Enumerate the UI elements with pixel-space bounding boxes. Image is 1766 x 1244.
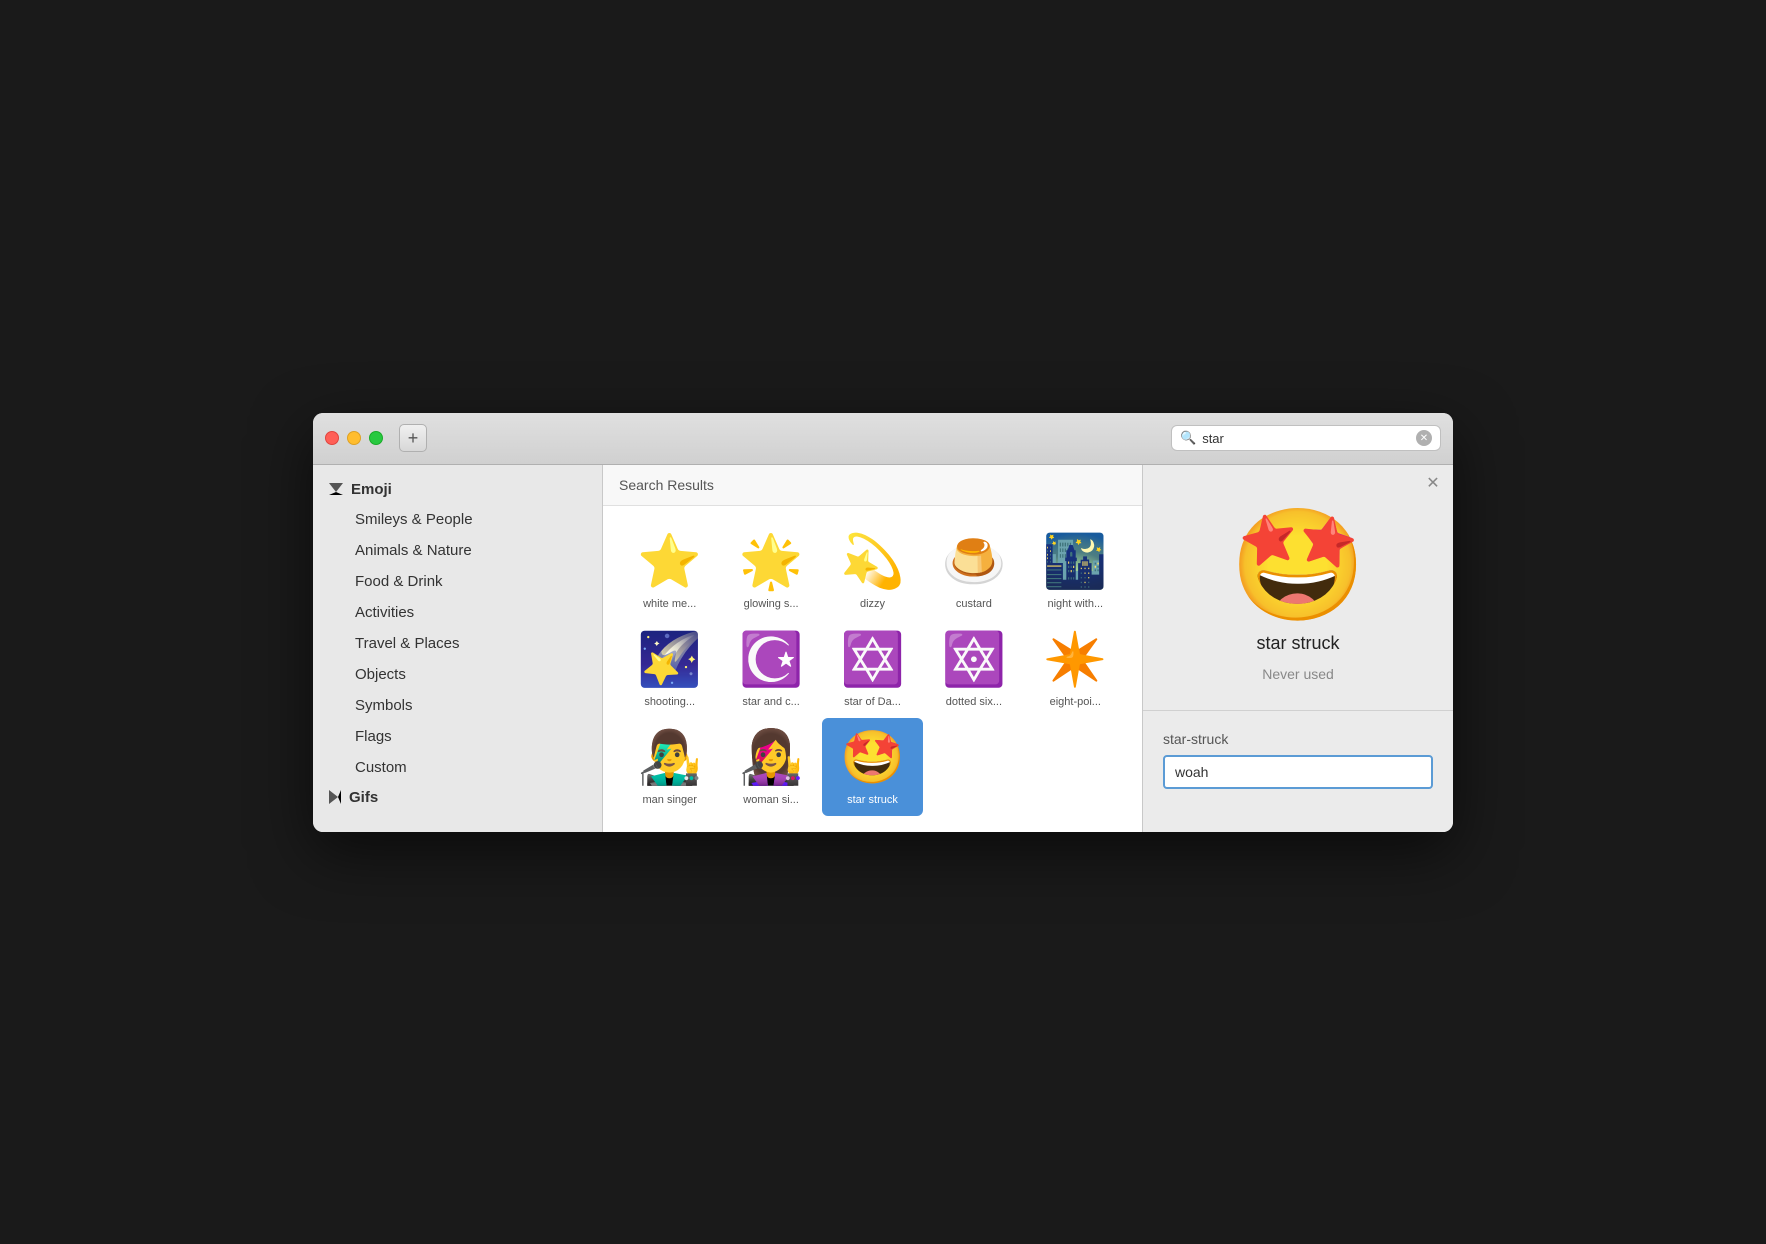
emoji-icon-dotted-six-pointed-star: 🔯 [944, 630, 1004, 690]
emoji-cell-eight-pointed-star[interactable]: ✴️ eight-poi... [1025, 620, 1126, 718]
new-tab-button[interactable]: + [399, 424, 427, 452]
sidebar-item-flags[interactable]: Flags [313, 721, 602, 752]
sidebar-emoji-items: Smileys & People Animals & Nature Food &… [313, 504, 602, 783]
close-window-button[interactable] [325, 431, 339, 445]
emoji-icon-star-struck: 🤩 [842, 728, 902, 788]
emoji-preview-usage: Never used [1262, 666, 1334, 682]
right-panel-top: ✕ [1143, 465, 1453, 501]
traffic-lights [325, 431, 383, 445]
sidebar-item-animals[interactable]: Animals & Nature [313, 535, 602, 566]
search-input[interactable] [1202, 431, 1410, 446]
emoji-cell-custard[interactable]: 🍮 custard [923, 522, 1024, 620]
emoji-cell-white-medium-star[interactable]: ⭐ white me... [619, 522, 720, 620]
search-icon: 🔍 [1180, 430, 1196, 446]
sidebar-section-emoji[interactable]: Emoji [313, 475, 602, 504]
panel-title: Search Results [603, 465, 1142, 506]
search-clear-button[interactable]: ✕ [1416, 430, 1432, 446]
emoji-slug-section: star-struck [1143, 719, 1453, 801]
emoji-label-star-and-crescent: star and c... [742, 696, 799, 708]
emoji-icon-glowing-star: 🌟 [741, 532, 801, 592]
maximize-window-button[interactable] [369, 431, 383, 445]
main-content: Emoji Smileys & People Animals & Nature … [313, 465, 1453, 832]
right-panel: ✕ 🤩 star struck Never used star-struck [1143, 465, 1453, 832]
sidebar-item-food[interactable]: Food & Drink [313, 566, 602, 597]
emoji-cell-dotted-six-pointed-star[interactable]: 🔯 dotted six... [923, 620, 1024, 718]
emoji-slug-label: star-struck [1163, 731, 1433, 747]
emoji-icon-woman-singer: 👩‍🎤 [741, 728, 801, 788]
sidebar-item-custom[interactable]: Custom [313, 752, 602, 783]
emoji-preview-large: 🤩 [1230, 511, 1367, 621]
emoji-label-star-of-david: star of Da... [844, 696, 901, 708]
emoji-cell-star-and-crescent[interactable]: ☪️ star and c... [720, 620, 821, 718]
emoji-icon-night-with-stars: 🌃 [1045, 532, 1105, 592]
gifs-triangle-icon [329, 790, 341, 804]
emoji-cell-night-with-stars[interactable]: 🌃 night with... [1025, 522, 1126, 620]
sidebar-gifs-label: Gifs [349, 789, 378, 806]
sidebar-item-activities[interactable]: Activities [313, 597, 602, 628]
sidebar-item-symbols[interactable]: Symbols [313, 690, 602, 721]
emoji-triangle-icon [329, 483, 343, 495]
emoji-icon-eight-pointed-star: ✴️ [1045, 630, 1105, 690]
close-preview-button[interactable]: ✕ [1423, 473, 1443, 493]
emoji-grid: ⭐ white me... 🌟 glowing s... 💫 dizzy 🍮 c… [603, 506, 1142, 832]
emoji-label-dizzy: dizzy [860, 598, 885, 610]
center-panel: Search Results ⭐ white me... 🌟 glowing s… [603, 465, 1143, 832]
emoji-label-star-struck: star struck [847, 794, 898, 806]
search-bar: 🔍 ✕ [1171, 425, 1441, 451]
titlebar: + 🔍 ✕ [313, 413, 1453, 465]
sidebar-emoji-label: Emoji [351, 481, 392, 498]
emoji-icon-star-and-crescent: ☪️ [741, 630, 801, 690]
emoji-label-custard: custard [956, 598, 992, 610]
sidebar: Emoji Smileys & People Animals & Nature … [313, 465, 603, 832]
emoji-cell-dizzy[interactable]: 💫 dizzy [822, 522, 923, 620]
emoji-label-eight-pointed-star: eight-poi... [1050, 696, 1101, 708]
emoji-icon-shooting-star: 🌠 [640, 630, 700, 690]
sidebar-item-travel[interactable]: Travel & Places [313, 628, 602, 659]
emoji-cell-shooting-star[interactable]: 🌠 shooting... [619, 620, 720, 718]
sidebar-section-gifs[interactable]: Gifs [313, 783, 602, 812]
emoji-label-man-singer: man singer [642, 794, 696, 806]
emoji-picker-window: + 🔍 ✕ Emoji Smileys & People Animals & N… [313, 413, 1453, 832]
sidebar-item-objects[interactable]: Objects [313, 659, 602, 690]
emoji-label-night-with-stars: night with... [1047, 598, 1103, 610]
emoji-cell-star-of-david[interactable]: ✡️ star of Da... [822, 620, 923, 718]
emoji-cell-star-struck[interactable]: 🤩 star struck [822, 718, 923, 816]
emoji-label-dotted-six-pointed-star: dotted six... [946, 696, 1002, 708]
emoji-label-woman-singer: woman si... [743, 794, 799, 806]
emoji-label-white-medium-star: white me... [643, 598, 696, 610]
minimize-window-button[interactable] [347, 431, 361, 445]
emoji-label-shooting-star: shooting... [644, 696, 695, 708]
emoji-label-glowing-star: glowing s... [744, 598, 799, 610]
emoji-icon-custard: 🍮 [944, 532, 1004, 592]
sidebar-item-smileys[interactable]: Smileys & People [313, 504, 602, 535]
emoji-icon-man-singer: 👨‍🎤 [640, 728, 700, 788]
emoji-cell-woman-singer[interactable]: 👩‍🎤 woman si... [720, 718, 821, 816]
emoji-icon-star-of-david: ✡️ [842, 630, 902, 690]
divider [1143, 710, 1453, 711]
emoji-preview-area: 🤩 star struck Never used [1143, 501, 1453, 702]
emoji-preview-name: star struck [1256, 633, 1339, 654]
emoji-icon-dizzy: 💫 [842, 532, 902, 592]
emoji-cell-man-singer[interactable]: 👨‍🎤 man singer [619, 718, 720, 816]
emoji-icon-white-medium-star: ⭐ [640, 532, 700, 592]
emoji-slug-input[interactable] [1163, 755, 1433, 789]
emoji-cell-glowing-star[interactable]: 🌟 glowing s... [720, 522, 821, 620]
